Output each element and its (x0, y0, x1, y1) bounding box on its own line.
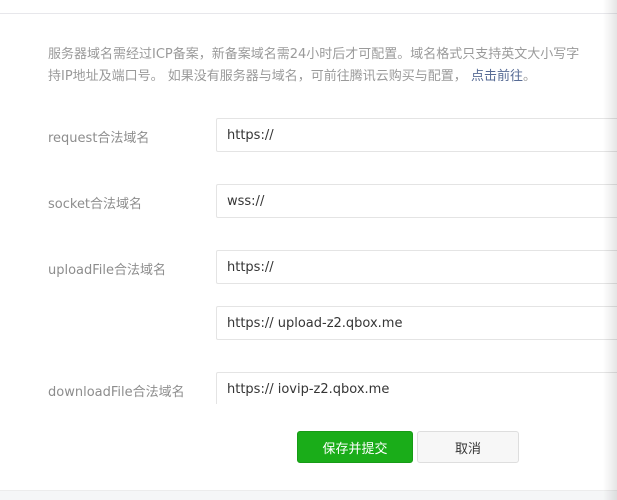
notice-line-1: 服务器域名需经过ICP备案，新备案域名需24小时后才可配置。域名格式只支持英文大… (48, 47, 580, 62)
uploadfile-domain-field-2[interactable] (216, 306, 617, 340)
request-domain-label: request合法域名 (48, 131, 150, 146)
notice-line-2-suffix: 。 (522, 69, 536, 84)
socket-domain-field[interactable] (216, 184, 617, 218)
request-domain-input[interactable] (217, 119, 617, 151)
notice-text: 服务器域名需经过ICP备案，新备案域名需24小时后才可配置。域名格式只支持英文大… (48, 44, 617, 88)
uploadfile-domain-input-1[interactable] (217, 251, 617, 283)
cancel-button[interactable]: 取消 (417, 431, 519, 463)
socket-domain-label: socket合法域名 (48, 197, 143, 212)
save-submit-button[interactable]: 保存并提交 (297, 431, 413, 463)
downloadfile-domain-input[interactable] (217, 373, 617, 404)
form-scroll-area[interactable]: 服务器域名需经过ICP备案，新备案域名需24小时后才可配置。域名格式只支持英文大… (0, 0, 617, 404)
socket-domain-input[interactable] (217, 185, 617, 217)
uploadfile-domain-label: uploadFile合法域名 (48, 263, 167, 278)
downloadfile-domain-field[interactable] (216, 372, 617, 404)
notice-line-2-text: 持IP地址及端口号。 如果没有服务器与域名，可前往腾讯云购买与配置， (48, 69, 467, 84)
downloadfile-domain-label: downloadFile合法域名 (48, 385, 185, 400)
tencent-cloud-link[interactable]: 点击前往 (471, 69, 523, 84)
uploadfile-domain-field-1[interactable] (216, 250, 617, 284)
uploadfile-domain-input-2[interactable] (217, 307, 617, 339)
request-domain-field[interactable] (216, 118, 617, 152)
notice-line-2: 持IP地址及端口号。 如果没有服务器与域名，可前往腾讯云购买与配置， 点击前往。 (48, 66, 617, 88)
domain-config-dialog: 服务器域名需经过ICP备案，新备案域名需24小时后才可配置。域名格式只支持英文大… (0, 0, 617, 490)
dialog-bottom-edge (0, 490, 617, 491)
